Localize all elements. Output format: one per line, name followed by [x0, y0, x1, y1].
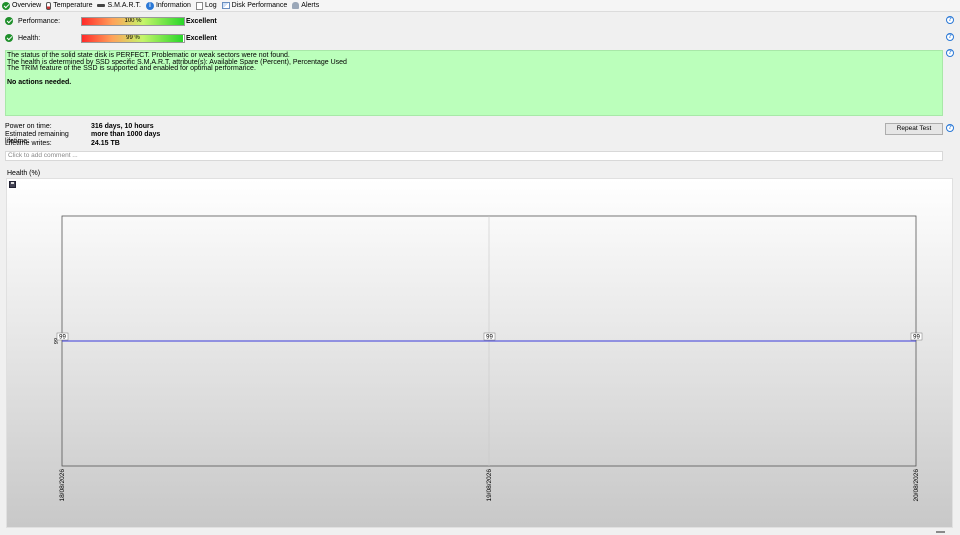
- tab-label: S.M.A.R.T.: [107, 2, 141, 9]
- remaining-lifetime-value: more than 1000 days: [91, 131, 161, 139]
- tab-alerts[interactable]: Alerts: [290, 0, 322, 12]
- data-label: 99: [486, 335, 493, 341]
- tab-label: Temperature: [53, 2, 93, 9]
- power-on-value: 316 days, 10 hours: [91, 123, 154, 130]
- health-rating: Excellent: [186, 34, 217, 42]
- health-bar: 99 %: [81, 33, 185, 43]
- performance-row: Performance: 100 % Excellent: [5, 15, 217, 27]
- performance-percent: 100 %: [124, 17, 142, 24]
- performance-rating: Excellent: [186, 17, 217, 25]
- data-label: 99: [913, 335, 920, 341]
- performance-bar: 100 %: [81, 16, 185, 26]
- info-icon: i: [145, 1, 154, 10]
- lifetime-writes-label: Lifetime writes:: [5, 139, 52, 147]
- resize-grip[interactable]: [936, 531, 945, 533]
- tab-label: Overview: [12, 2, 42, 9]
- tab-disk-performance[interactable]: Disk Performance: [220, 0, 291, 12]
- remaining-lifetime-label: Estimated remaining lifetime:: [5, 131, 69, 146]
- graph-title: Health (%): [7, 170, 41, 177]
- performance-ok-icon: [5, 17, 13, 25]
- tab-information[interactable]: i Information: [144, 0, 194, 12]
- tab-temperature[interactable]: Temperature: [44, 0, 95, 12]
- performance-label: Performance:: [18, 17, 61, 25]
- tab-label: Disk Performance: [231, 2, 288, 9]
- health-chart: 18/08/2026 19/08/2026 20/08/2026 99 99 99 99: [6, 178, 953, 528]
- performance-help-icon[interactable]: ?: [946, 16, 954, 24]
- comment-input[interactable]: Click to add comment ...: [5, 151, 943, 161]
- health-help-icon[interactable]: ?: [946, 33, 954, 41]
- status-help-icon[interactable]: ?: [946, 49, 954, 57]
- health-ok-icon: [5, 34, 13, 42]
- save-icon[interactable]: [9, 181, 16, 188]
- x-tick-label: 20/08/2026: [913, 469, 920, 502]
- power-on-label: Power on time:: [5, 123, 52, 130]
- chart-icon: [221, 2, 230, 9]
- health-chart-svg: 18/08/2026 19/08/2026 20/08/20269999 99 99: [54, 215, 923, 502]
- tab-bar: Overview Temperature S.M.A.R.T. i Informa…: [0, 0, 960, 12]
- tab-label: Alerts: [301, 2, 320, 9]
- log-icon: [195, 1, 203, 10]
- tab-label: Log: [204, 2, 217, 9]
- status-action: No actions needed.: [7, 79, 72, 87]
- x-tick-label: 18/08/2026: [59, 469, 66, 502]
- repeat-test-button[interactable]: Repeat Test: [885, 123, 943, 135]
- status-line-3: The TRIM feature of the SSD is supported…: [7, 65, 256, 73]
- tab-log[interactable]: Log: [194, 0, 220, 12]
- x-tick-label: 19/08/2026: [486, 469, 493, 502]
- health-percent: 99 %: [126, 34, 140, 41]
- tab-smart[interactable]: S.M.A.R.T.: [95, 0, 143, 12]
- data-label: 99: [59, 335, 66, 341]
- tab-overview[interactable]: Overview: [0, 0, 44, 12]
- smart-icon: [97, 4, 106, 7]
- check-icon: [2, 1, 10, 10]
- lifetime-info: Power on time: 316 days, 10 hours Estimat…: [5, 123, 305, 148]
- repeat-test-help-icon[interactable]: ?: [946, 124, 954, 132]
- health-label: Health:: [18, 34, 41, 42]
- tab-label: Information: [155, 2, 191, 9]
- status-panel: The status of the solid state disk is PE…: [5, 50, 943, 116]
- lifetime-writes-value: 24.15 TB: [91, 139, 120, 147]
- thermometer-icon: [46, 1, 52, 10]
- health-row: Health: 99 % Excellent: [5, 32, 217, 44]
- bell-icon: [292, 2, 300, 9]
